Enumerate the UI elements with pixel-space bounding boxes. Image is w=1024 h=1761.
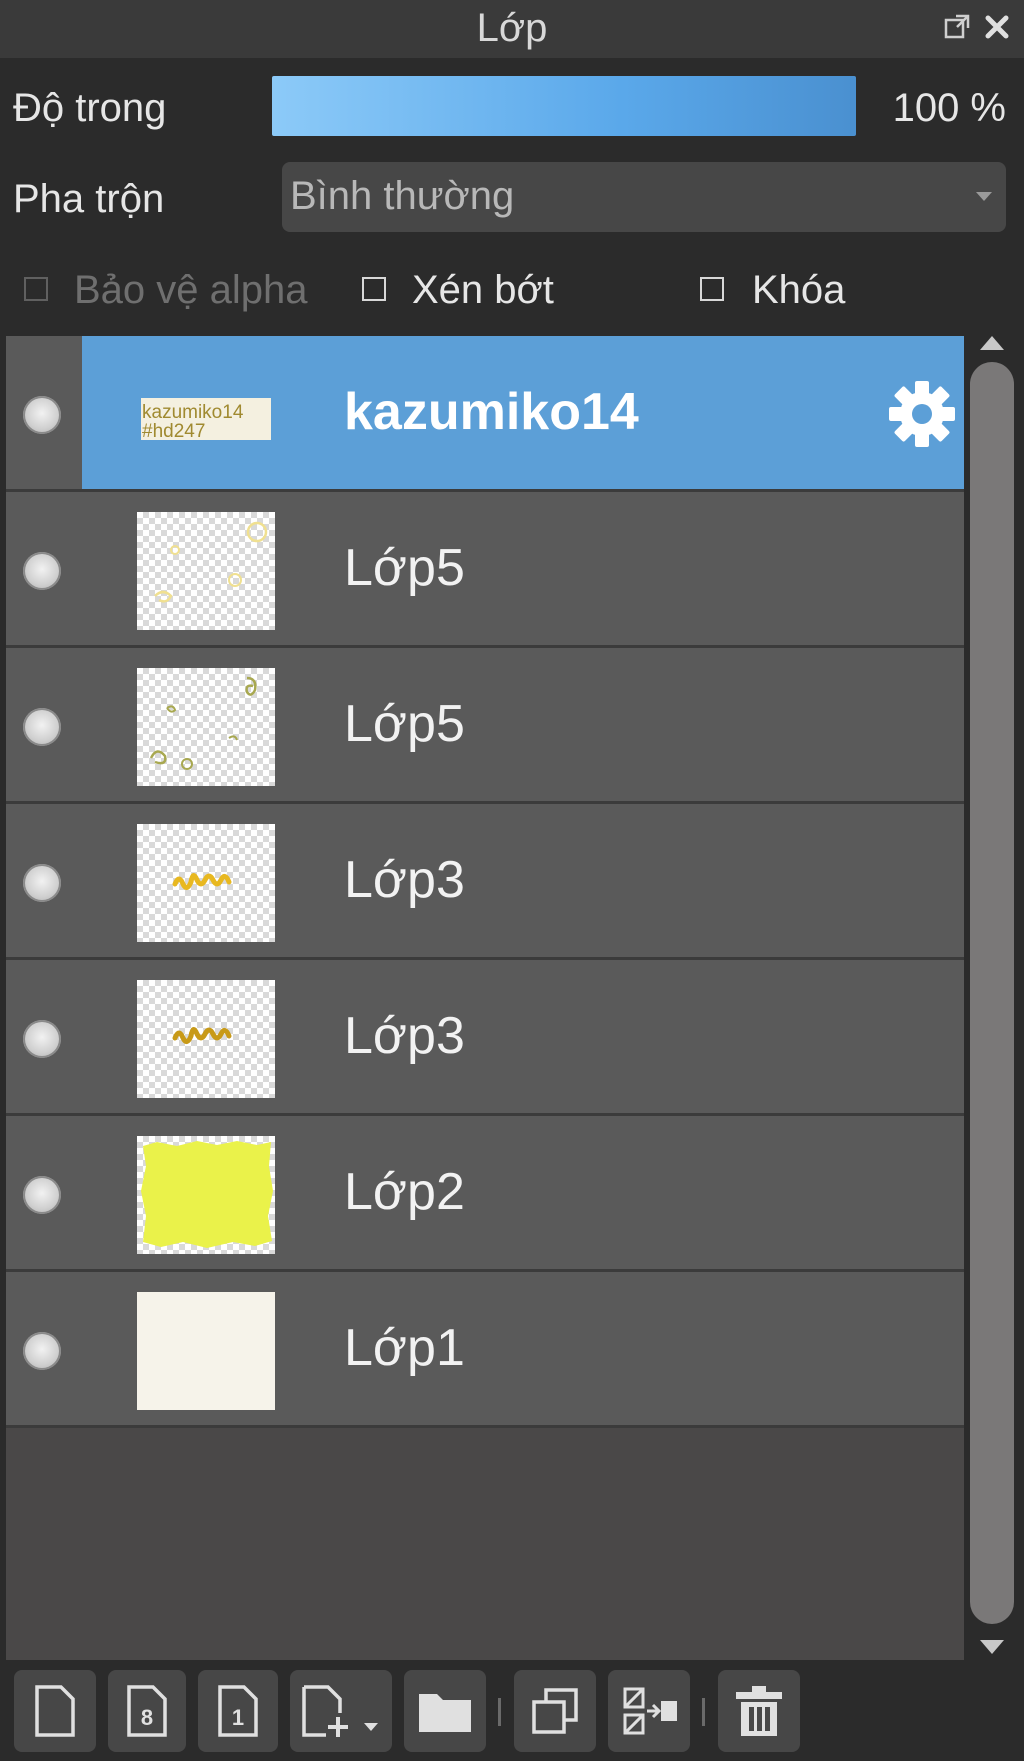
new-1bit-layer-icon: 1: [218, 1685, 258, 1737]
layer-row-lop5-b[interactable]: Lớp5: [6, 648, 964, 804]
blend-mode-select[interactable]: Bình thường: [282, 162, 1006, 232]
toolbar-separator: [498, 1698, 501, 1726]
new-layer-button[interactable]: [14, 1670, 96, 1752]
panel-title: Lớp: [476, 6, 548, 50]
visibility-cell[interactable]: [6, 1116, 82, 1269]
layer-thumbnail: [137, 668, 275, 786]
layer-row-lop3-a[interactable]: Lớp3: [6, 804, 964, 960]
visibility-toggle-icon[interactable]: [23, 1332, 61, 1370]
new-8bit-layer-icon: 8: [127, 1685, 167, 1737]
clip-label: Xén bớt: [412, 268, 554, 312]
layer-row-lop5-a[interactable]: Lớp5: [6, 492, 964, 648]
new-folder-button[interactable]: [404, 1670, 486, 1752]
visibility-cell[interactable]: [6, 648, 82, 801]
merge-down-icon: [623, 1687, 677, 1735]
visibility-cell[interactable]: [6, 1272, 82, 1425]
duplicate-layer-icon: [532, 1688, 578, 1734]
add-layer-menu-button[interactable]: [290, 1670, 392, 1752]
layer-name[interactable]: Lớp2: [344, 1162, 465, 1222]
layer-name[interactable]: Lớp1: [344, 1318, 465, 1378]
svg-text:1: 1: [232, 1705, 244, 1730]
layer-thumbnail: kazumiko14 #hd247: [137, 356, 275, 474]
layer-thumbnail: [137, 512, 275, 630]
blend-mode-label: Pha trộn: [13, 177, 165, 221]
protect-alpha-label: Bảo vệ alpha: [74, 268, 308, 312]
popout-icon[interactable]: [942, 12, 972, 42]
visibility-toggle-icon[interactable]: [23, 1176, 61, 1214]
visibility-toggle-icon[interactable]: [23, 396, 61, 434]
delete-layer-icon: [736, 1686, 782, 1736]
visibility-cell[interactable]: [6, 336, 82, 489]
opacity-label: Độ trong: [13, 86, 167, 130]
chevron-down-icon: [976, 192, 992, 201]
layer-row-lop1[interactable]: Lớp1: [6, 1272, 964, 1428]
close-icon[interactable]: [982, 12, 1012, 42]
protect-alpha-checkbox[interactable]: [24, 277, 48, 301]
thumb-text-line1: kazumiko14: [142, 402, 244, 423]
layer-thumbnail: [137, 1292, 275, 1410]
lock-checkbox[interactable]: [700, 277, 724, 301]
layer-thumbnail: [137, 824, 275, 942]
visibility-toggle-icon[interactable]: [23, 708, 61, 746]
layer-thumbnail: [137, 1136, 275, 1254]
layer-row-lop2[interactable]: Lớp2: [6, 1116, 964, 1272]
clip-checkbox[interactable]: [362, 277, 386, 301]
duplicate-layer-button[interactable]: [514, 1670, 596, 1752]
layer-list-scrollbar[interactable]: [966, 336, 1018, 1660]
layer-name[interactable]: Lớp5: [344, 694, 465, 754]
visibility-cell[interactable]: [6, 492, 82, 645]
visibility-toggle-icon[interactable]: [23, 864, 61, 902]
visibility-cell[interactable]: [6, 960, 82, 1113]
svg-text:8: 8: [141, 1705, 153, 1730]
toolbar-separator: [702, 1698, 705, 1726]
layer-list: kazumiko14 #hd247 kazumiko14 Lớp5 Lớp5 L…: [6, 336, 964, 1660]
delete-layer-button[interactable]: [718, 1670, 800, 1752]
layer-thumbnail: [137, 980, 275, 1098]
new-folder-icon: [419, 1694, 471, 1732]
merge-down-button[interactable]: [608, 1670, 690, 1752]
visibility-toggle-icon[interactable]: [23, 552, 61, 590]
new-layer-icon: [35, 1685, 75, 1737]
opacity-value: 100 %: [892, 86, 1006, 130]
layer-name[interactable]: kazumiko14: [344, 382, 639, 442]
scroll-up-icon[interactable]: [980, 336, 1004, 350]
layer-name[interactable]: Lớp3: [344, 850, 465, 910]
panel-titlebar: Lớp: [0, 0, 1024, 58]
opacity-slider[interactable]: [272, 76, 856, 136]
layer-toolbar: 8 1: [0, 1662, 1024, 1761]
add-layer-menu-icon: [302, 1685, 378, 1737]
new-1bit-layer-button[interactable]: 1: [198, 1670, 278, 1752]
thumb-text-line2: #hd247: [142, 421, 205, 442]
scroll-down-icon[interactable]: [980, 1640, 1004, 1654]
new-8bit-layer-button[interactable]: 8: [108, 1670, 186, 1752]
visibility-toggle-icon[interactable]: [23, 1020, 61, 1058]
lock-label: Khóa: [752, 268, 846, 312]
scrollbar-thumb[interactable]: [970, 362, 1014, 1624]
layer-row-lop3-b[interactable]: Lớp3: [6, 960, 964, 1116]
layer-row-kazumiko14[interactable]: kazumiko14 #hd247 kazumiko14: [6, 336, 964, 492]
visibility-cell[interactable]: [6, 804, 82, 957]
blend-mode-value: Bình thường: [290, 174, 515, 218]
layer-name[interactable]: Lớp5: [344, 538, 465, 598]
gear-icon[interactable]: [886, 378, 958, 450]
layer-name[interactable]: Lớp3: [344, 1006, 465, 1066]
